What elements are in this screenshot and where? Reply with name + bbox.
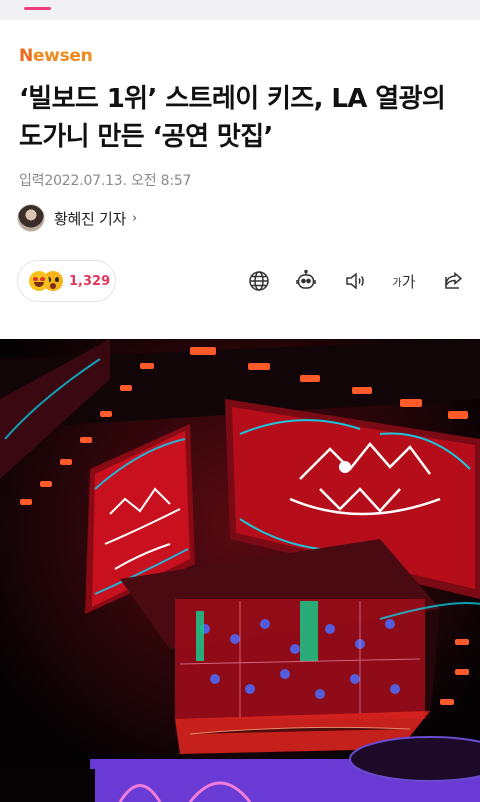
reporter-name: 황혜진 기자 [54, 209, 126, 228]
font-size-icon[interactable]: 가가 [390, 268, 418, 294]
speaker-icon[interactable] [342, 268, 368, 294]
share-icon[interactable] [441, 268, 467, 294]
stage-photo-illustration [0, 339, 480, 802]
font-large-label: 가 [401, 272, 416, 291]
article-photo[interactable] [0, 339, 480, 802]
globe-icon[interactable] [246, 268, 272, 294]
published-time: 입력2022.07.13. 오전 8:57 [19, 173, 192, 189]
chevron-right-icon: › [131, 210, 138, 226]
reaction-button[interactable]: 1,329 [17, 260, 116, 302]
heart-eyes-emoji-icon [29, 271, 49, 291]
font-small-label: 가 [392, 277, 402, 289]
logo-rest: ewsen [32, 46, 93, 66]
article-title: ‘빌보드 1위’ 스트레이 키즈, LA 열광의 도가니 만든 ‘공연 맛집’ [19, 84, 446, 152]
reporter-link[interactable]: 황혜진 기자 › [17, 203, 137, 233]
top-tab-strip [0, 0, 480, 20]
reporter-avatar [17, 204, 45, 232]
active-tab-indicator [24, 7, 51, 10]
newsen-logo[interactable]: Newsen [19, 46, 93, 66]
logo-initial: N [19, 46, 33, 66]
reaction-count: 1,329 [69, 273, 111, 289]
robot-icon[interactable] [293, 268, 319, 294]
